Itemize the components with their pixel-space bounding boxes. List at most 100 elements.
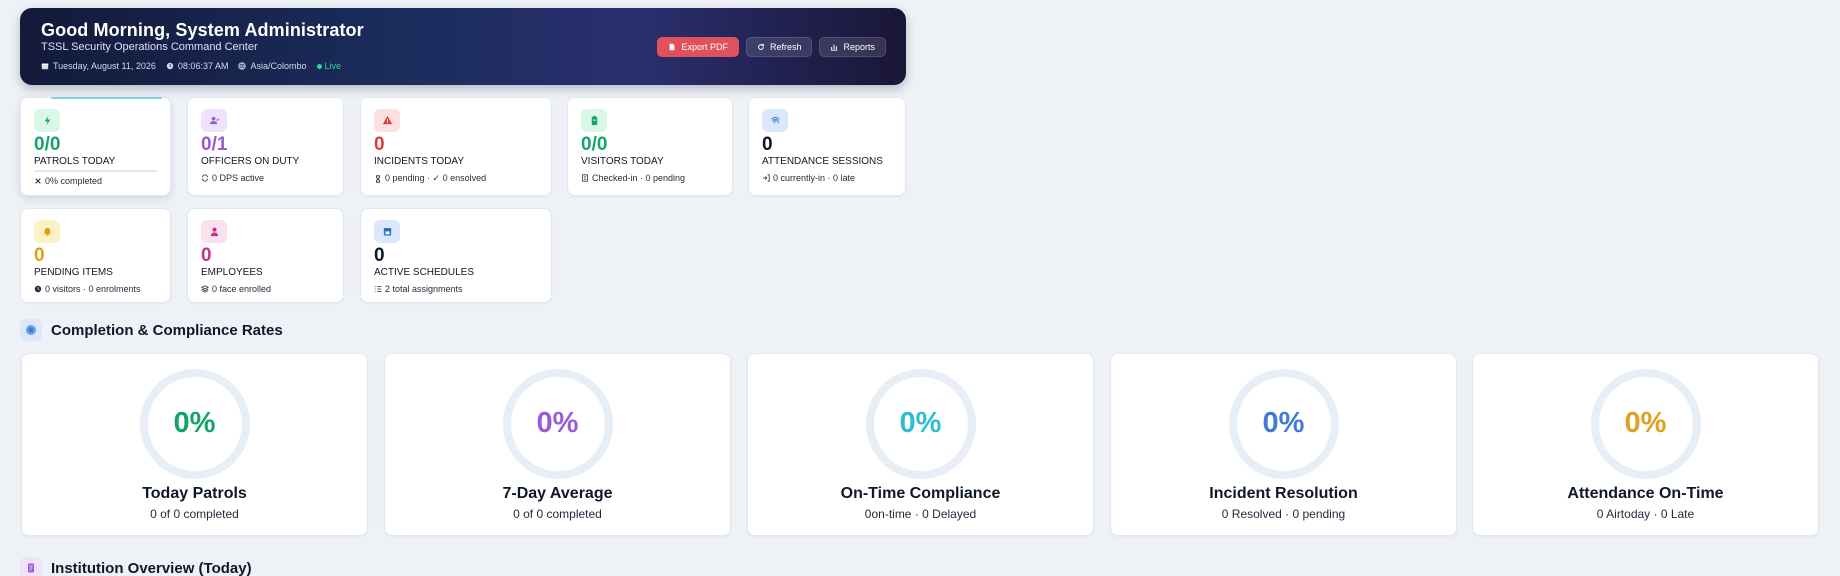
stat-card-employees[interactable]: 0 EMPLOYEES 0 face enrolled xyxy=(187,208,344,303)
rate-title: Today Patrols xyxy=(142,485,247,502)
person-icon xyxy=(201,220,227,243)
sign-in-icon xyxy=(762,174,770,182)
rate-title: On-Time Compliance xyxy=(840,485,1001,502)
stat-footnote: 0 visitors · 0 enrolments xyxy=(34,284,141,294)
stat-label: VISITORS TODAY xyxy=(581,156,664,167)
current-time: 08:06:37 AM xyxy=(177,61,229,71)
reports-button[interactable]: Reports xyxy=(819,37,886,57)
compliance-section-heading: Completion & Compliance Rates xyxy=(20,319,283,341)
stat-label: PATROLS TODAY xyxy=(34,156,116,167)
stat-footnote: 0 face enrolled xyxy=(201,284,271,294)
rate-card-7-day-average: 0% 7-Day Average 0 of 0 completed xyxy=(384,353,731,536)
institution-section-heading: Institution Overview (Today) xyxy=(20,557,252,576)
cross-icon xyxy=(35,178,41,184)
rate-card-on-time-compliance: 0% On-Time Compliance 0on-time · 0 Delay… xyxy=(747,353,1094,536)
stat-value: 0/0 xyxy=(581,134,608,155)
stat-card-patrols[interactable]: 0/0 PATROLS TODAY 0% completed xyxy=(20,97,171,196)
refresh-label: Refresh xyxy=(769,42,802,52)
stat-footnote: 0 DPS active xyxy=(201,173,264,183)
export-pdf-label: Export PDF xyxy=(681,42,728,52)
calendar-icon xyxy=(374,220,400,243)
stat-label: ATTENDANCE SESSIONS xyxy=(762,156,883,167)
stat-footnote: 0 currently-in · 0 late xyxy=(762,173,855,183)
reports-label: Reports xyxy=(843,42,875,52)
current-date: Tuesday, August 11, 2026 xyxy=(53,61,156,71)
clock-icon xyxy=(34,285,42,293)
rate-card-incident-resolution: 0% Incident Resolution 0 Resolved · 0 pe… xyxy=(1110,353,1457,536)
rate-subtitle: 0 Airtoday · 0 Late xyxy=(1596,507,1695,521)
stat-card-visitors[interactable]: 0/0 VISITORS TODAY Checked-in · 0 pendin… xyxy=(567,97,733,196)
stat-footnote: 0 pending · ✓ 0 ensolved xyxy=(374,173,486,184)
bell-icon xyxy=(34,220,60,243)
header-actions: Export PDF Refresh Reports xyxy=(657,37,886,57)
rate-title: 7-Day Average xyxy=(502,485,613,502)
rate-card-attendance-on-time: 0% Attendance On-Time 0 Airtoday · 0 Lat… xyxy=(1472,353,1819,536)
timezone-item: Asia/Colombo xyxy=(238,61,307,71)
list-icon xyxy=(374,286,382,292)
rate-percent: 0% xyxy=(899,407,942,439)
stat-label: PENDING ITEMS xyxy=(34,267,113,278)
stat-label: ACTIVE SCHEDULES xyxy=(374,267,475,278)
document-icon xyxy=(20,557,42,576)
clock-icon xyxy=(166,62,174,70)
rate-card-today-patrols: 0% Today Patrols 0 of 0 completed xyxy=(21,353,368,536)
stat-card-attendance[interactable]: 0 ATTENDANCE SESSIONS 0 currently-in · 0… xyxy=(748,97,906,196)
stat-label: OFFICERS ON DUTY xyxy=(201,156,300,167)
rate-subtitle: 0on-time · 0 Delayed xyxy=(864,507,977,521)
warning-icon xyxy=(374,109,400,132)
rate-subtitle: 0 of 0 completed xyxy=(513,507,602,521)
calendar-icon xyxy=(41,63,49,70)
stat-value: 0 xyxy=(374,134,385,155)
refresh-button[interactable]: Refresh xyxy=(745,37,813,57)
rate-subtitle: 0 of 0 completed xyxy=(150,507,239,521)
sync-icon xyxy=(202,174,208,182)
dashboard-header: Good Morning, System Administrator TSSL … xyxy=(20,8,906,85)
stat-value: 0 xyxy=(34,245,45,266)
stat-card-officers[interactable]: 0/1 OFFICERS ON DUTY 0 DPS active xyxy=(187,97,344,196)
badge-icon xyxy=(581,109,607,132)
patrol-progress-bar xyxy=(34,170,157,172)
layers-icon xyxy=(201,285,209,293)
user-check-icon xyxy=(201,109,227,132)
fingerprint-icon xyxy=(762,109,788,132)
stat-card-pending[interactable]: 0 PENDING ITEMS 0 visitors · 0 enrolment… xyxy=(20,208,171,303)
building-icon xyxy=(582,174,588,182)
stat-value: 0 xyxy=(374,245,385,266)
rate-title: Attendance On-Time xyxy=(1567,485,1724,502)
time-item: 08:06:37 AM xyxy=(166,61,229,71)
stat-card-schedules[interactable]: 0 ACTIVE SCHEDULES 2 total assignments xyxy=(360,208,552,303)
compliance-section-title: Completion & Compliance Rates xyxy=(51,321,283,339)
live-indicator: Live xyxy=(316,61,342,71)
institution-section-title: Institution Overview (Today) xyxy=(51,559,252,576)
rate-title: Incident Resolution xyxy=(1209,485,1358,502)
stat-label: EMPLOYEES xyxy=(201,267,263,278)
stat-label: INCIDENTS TODAY xyxy=(374,156,465,167)
live-label: Live xyxy=(324,61,342,71)
rate-subtitle: 0 Resolved · 0 pending xyxy=(1221,507,1346,521)
stat-card-incidents[interactable]: 0 INCIDENTS TODAY 0 pending · ✓ 0 ensolv… xyxy=(360,97,552,196)
globe-icon xyxy=(238,62,247,70)
rate-percent: 0% xyxy=(1624,407,1667,439)
timezone: Asia/Colombo xyxy=(250,61,307,71)
greeting-title: Good Morning, System Administrator xyxy=(41,20,364,40)
hourglass-icon xyxy=(376,174,380,183)
stat-footnote: 2 total assignments xyxy=(374,284,463,294)
header-meta: Tuesday, August 11, 2026 08:06:37 AM Asi… xyxy=(41,61,341,71)
stat-footnote: Checked-in · 0 pending xyxy=(581,173,685,183)
rate-percent: 0% xyxy=(173,407,216,439)
report-icon xyxy=(831,44,838,51)
rate-percent: 0% xyxy=(1262,407,1305,439)
export-pdf-button[interactable]: Export PDF xyxy=(657,37,739,57)
stat-value: 0/0 xyxy=(34,134,61,155)
active-indicator xyxy=(51,97,162,99)
stat-footnote: 0% completed xyxy=(34,176,102,186)
refresh-icon xyxy=(758,43,764,50)
stat-value: 0/1 xyxy=(201,134,228,155)
stat-value: 0 xyxy=(762,134,773,155)
command-center-subtitle: TSSL Security Operations Command Center xyxy=(41,41,258,53)
bolt-icon xyxy=(34,109,60,132)
stat-value: 0 xyxy=(201,245,212,266)
file-icon xyxy=(670,43,675,51)
live-dot-icon xyxy=(316,63,322,69)
date-item: Tuesday, August 11, 2026 xyxy=(41,61,156,71)
